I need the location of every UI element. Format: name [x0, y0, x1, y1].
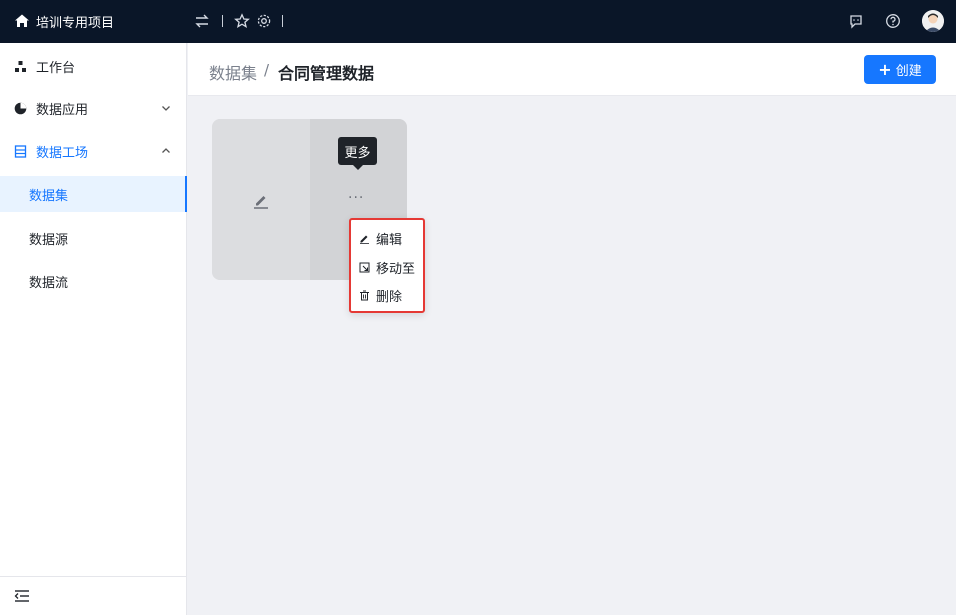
- divider: [222, 15, 223, 27]
- card-action-menu: 编辑 移动至 删除: [349, 218, 425, 313]
- divider: [282, 15, 283, 27]
- menu-item-edit[interactable]: 编辑: [351, 225, 423, 251]
- card-edit-area[interactable]: [212, 119, 310, 280]
- menu-item-label: 编辑: [376, 232, 403, 248]
- menu-item-label: 移动至: [376, 261, 416, 277]
- create-button[interactable]: + 创建: [864, 55, 936, 84]
- top-bar: 培训专用项目: [0, 0, 956, 43]
- trash-icon: [360, 290, 369, 300]
- pencil-icon[interactable]: [252, 191, 270, 209]
- sidebar-item-label: 数据工场: [36, 145, 89, 161]
- menu-item-delete[interactable]: 删除: [351, 282, 423, 308]
- help-icon[interactable]: [885, 13, 901, 29]
- page-title: 合同管理数据: [278, 64, 375, 83]
- sidebar-item-label: 数据集: [29, 188, 69, 204]
- more-icon[interactable]: ···: [348, 190, 364, 206]
- page-header: 数据集 / 合同管理数据 + 创建: [188, 43, 956, 96]
- tooltip-more: 更多: [338, 137, 377, 170]
- sidebar-footer: [0, 576, 187, 615]
- list-icon: [14, 144, 27, 158]
- menu-item-move[interactable]: 移动至: [351, 254, 423, 280]
- sidebar-item-label: 数据源: [29, 232, 69, 248]
- collapse-menu-icon[interactable]: [14, 588, 30, 604]
- create-button-label: 创建: [895, 64, 922, 79]
- gear-icon[interactable]: [256, 13, 272, 29]
- chat-icon[interactable]: [848, 13, 864, 29]
- pencil-icon: [360, 235, 369, 244]
- breadcrumb-parent[interactable]: 数据集: [209, 60, 257, 84]
- sidebar-item-label: 数据流: [29, 275, 69, 291]
- sidebar-item-data-apps[interactable]: 数据应用: [0, 90, 187, 126]
- plus-icon: +: [878, 59, 892, 79]
- chevron-down-icon: [162, 106, 170, 111]
- sidebar-item-dataflows[interactable]: 数据流: [0, 263, 187, 299]
- chevron-up-icon: [162, 148, 170, 153]
- breadcrumb-separator: /: [264, 61, 270, 79]
- project-name[interactable]: 培训专用项目: [36, 12, 114, 31]
- sidebar-item-workbench[interactable]: 工作台: [0, 48, 187, 84]
- home-icon[interactable]: [14, 13, 30, 29]
- switch-icon[interactable]: [194, 13, 210, 29]
- sidebar: 工作台 数据应用 数据工场 数据集 数据源 数据流: [0, 43, 187, 615]
- workbench-icon: [15, 60, 26, 72]
- avatar[interactable]: [922, 10, 944, 32]
- pie-chart-icon: [14, 102, 27, 114]
- sidebar-item-data-factory[interactable]: 数据工场: [0, 133, 187, 169]
- sidebar-item-datasets[interactable]: 数据集: [0, 176, 187, 212]
- star-icon[interactable]: [234, 13, 250, 29]
- menu-item-label: 删除: [376, 289, 403, 305]
- sidebar-item-label: 数据应用: [36, 102, 89, 118]
- sidebar-item-label: 工作台: [36, 60, 76, 76]
- sidebar-item-datasources[interactable]: 数据源: [0, 220, 187, 256]
- move-icon: [359, 262, 370, 272]
